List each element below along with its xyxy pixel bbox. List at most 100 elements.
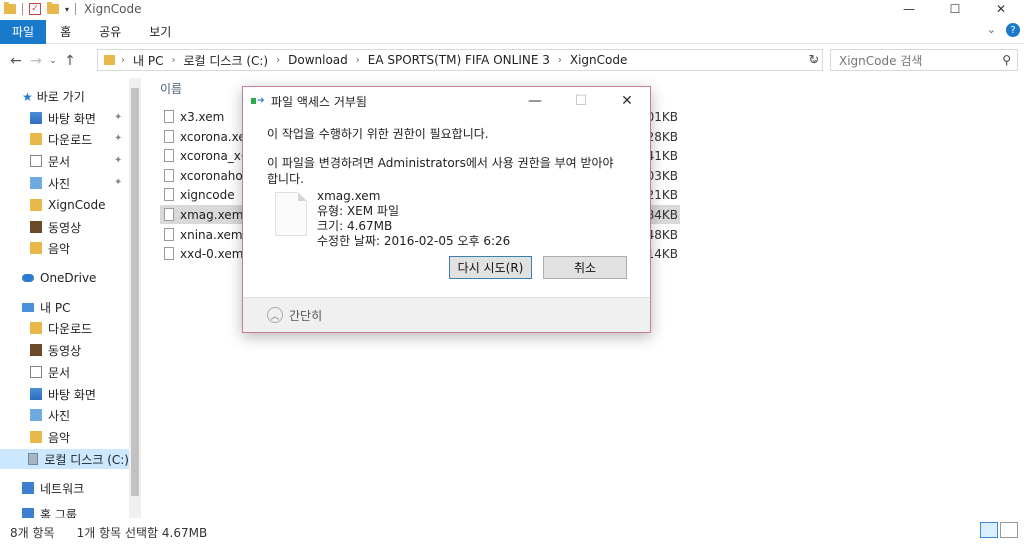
tab-home[interactable]: 홈 [46,20,85,44]
status-bar: 8개 항목 1개 항목 선택함 4.67MB [0,522,1024,542]
chevron-right-icon[interactable]: › [276,55,280,66]
sidebar-item-music[interactable]: 음악 [30,238,70,258]
file-name: xnina.xem [180,227,243,242]
chevron-up-icon[interactable]: ︿ [267,307,283,323]
sidebar-item-label: 네트워크 [40,481,85,496]
sidebar-item-downloads[interactable]: 다운로드 [30,129,92,149]
large-icons-view-icon[interactable] [1000,522,1018,538]
dialog-close-button[interactable]: ✕ [604,87,650,115]
sidebar-item-videos[interactable]: 동영상 [30,217,81,237]
cloud-icon [22,274,34,282]
sidebar-item-label: XignCode [48,198,106,212]
minimize-button[interactable]: — [886,0,932,18]
computer-icon [22,302,34,312]
close-button[interactable]: ✕ [978,0,1024,18]
refresh-button[interactable]: ↻ [805,49,823,71]
address-bar[interactable]: › 내 PC › 로컬 디스크 (C:) › Download › EA SPO… [97,49,823,71]
new-folder-icon[interactable] [47,2,59,14]
desktop-icon [30,112,42,124]
sidebar-item-homegroup[interactable]: 홈 그룹 [22,504,77,518]
sidebar-item-pc-videos[interactable]: 동영상 [30,340,81,360]
file-access-denied-dialog: ➜ 파일 액세스 거부됨 — ☐ ✕ 이 작업을 수행하기 위한 권한이 필요합… [242,86,651,333]
recent-locations-button[interactable]: ⌄ [46,56,60,66]
chevron-right-icon[interactable]: › [171,55,175,66]
maximize-button[interactable]: ☐ [932,0,978,18]
expand-ribbon-icon[interactable]: ⌄ [987,23,996,37]
breadcrumb-download[interactable]: Download [288,53,348,67]
sidebar-item-pc-downloads[interactable]: 다운로드 [30,318,92,338]
navigation-pane: ★ 바로 가기 바탕 화면 ✦ 다운로드 ✦ 문서 ✦ 사진 ✦ XignCod… [0,78,141,518]
file-size: 48KB [646,227,678,242]
file-size: 28KB [646,129,678,144]
column-header-name[interactable]: 이름 [160,80,182,98]
forward-button[interactable]: → [26,53,46,69]
videos-icon [30,344,42,356]
ribbon-tabs: 파일 홈 공유 보기 ⌄ ? [0,19,1024,44]
pictures-icon [30,177,42,189]
sidebar-item-label: 동영상 [48,220,82,235]
tab-share[interactable]: 공유 [85,20,135,44]
breadcrumb-fifa[interactable]: EA SPORTS(TM) FIFA ONLINE 3 [368,53,550,67]
chevron-right-icon[interactable]: › [121,55,125,66]
breadcrumb-this-pc[interactable]: 내 PC [133,52,163,69]
search-icon: ⚲ [1002,53,1011,67]
sidebar-item-xigncode[interactable]: XignCode [30,195,106,215]
search-input[interactable]: XignCode 검색 ⚲ [830,49,1018,71]
file-icon [164,228,174,241]
sidebar-item-quick-access[interactable]: ★ 바로 가기 [22,86,85,106]
sidebar-item-desktop[interactable]: 바탕 화면 [30,108,96,128]
details-view-icon[interactable] [980,522,998,538]
tab-file[interactable]: 파일 [0,19,47,44]
downloads-icon [30,322,42,334]
sidebar-item-pc-pictures[interactable]: 사진 [30,405,70,425]
sidebar-item-label: 문서 [48,154,71,169]
file-icon [164,149,174,162]
file-move-icon: ➜ [251,95,265,107]
tab-view[interactable]: 보기 [135,20,185,44]
file-size: 크기: 4.67MB [317,219,393,233]
sidebar-item-label: 내 PC [40,300,71,315]
chevron-right-icon[interactable]: › [356,55,360,66]
breadcrumb-local-disk[interactable]: 로컬 디스크 (C:) [183,52,268,69]
customize-toolbar-icon[interactable]: ▾ [65,5,69,14]
divider [75,3,77,15]
sidebar-item-pc-music[interactable]: 음악 [30,427,70,447]
chevron-right-icon[interactable]: › [558,55,562,66]
sidebar-item-onedrive[interactable]: OneDrive [22,268,96,288]
file-size: 84KB [646,207,678,222]
sidebar-item-pictures[interactable]: 사진 [30,173,70,193]
sidebar-item-this-pc[interactable]: 내 PC [22,297,70,317]
sidebar-item-label: 다운로드 [48,132,93,147]
dialog-minimize-button[interactable]: — [512,87,558,115]
pin-icon[interactable]: ✦ [114,177,122,188]
breadcrumb-xigncode[interactable]: XignCode [570,53,628,67]
help-icon[interactable]: ? [1006,23,1020,37]
properties-icon[interactable]: ✓ [29,3,41,15]
sidebar-item-documents[interactable]: 문서 [30,151,70,171]
file-type: 유형: XEM 파일 [317,204,399,218]
dialog-title-bar: ➜ 파일 액세스 거부됨 — ☐ ✕ [243,87,650,115]
desktop-icon [30,388,42,400]
pin-icon[interactable]: ✦ [114,112,122,123]
file-modified: 수정한 날짜: 2016-02-05 오후 6:26 [317,234,511,248]
dialog-maximize-button: ☐ [574,93,588,109]
fewer-details-toggle[interactable]: 간단히 [289,307,322,324]
sidebar-item-network[interactable]: 네트워크 [22,478,84,498]
sidebar-item-local-disk[interactable]: 로컬 디스크 (C:) [0,449,129,469]
window-title: XignCode [84,2,142,16]
view-toggle [980,522,1018,538]
item-count: 8개 항목 [10,525,55,540]
dialog-title: 파일 액세스 거부됨 [271,94,367,109]
pin-icon[interactable]: ✦ [114,133,122,144]
sidebar-item-pc-desktop[interactable]: 바탕 화면 [30,384,96,404]
documents-icon [30,155,42,167]
back-button[interactable]: ← [6,53,26,69]
retry-button[interactable]: 다시 시도(R) [449,256,532,279]
sidebar-item-pc-documents[interactable]: 문서 [30,362,70,382]
up-button[interactable]: ↑ [60,53,80,69]
pin-icon[interactable]: ✦ [114,155,122,166]
cancel-button[interactable]: 취소 [543,256,627,279]
folder-icon [4,2,16,14]
sidebar-scrollbar-thumb[interactable] [131,88,139,496]
file-icon [164,110,174,123]
